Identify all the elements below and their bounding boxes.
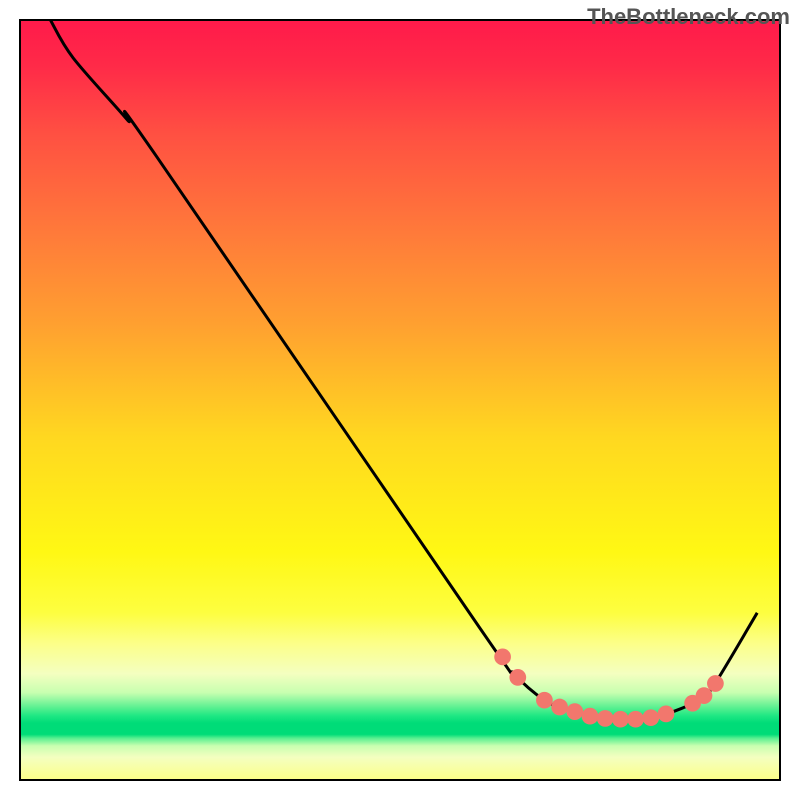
plot-area: [20, 20, 780, 780]
curve-marker: [582, 708, 599, 725]
gradient-background: [20, 20, 780, 780]
curve-marker: [707, 675, 724, 692]
curve-marker: [612, 711, 629, 728]
watermark-text: TheBottleneck.com: [587, 4, 790, 30]
curve-marker: [642, 709, 659, 726]
curve-marker: [551, 699, 568, 716]
chart-svg: [0, 0, 800, 800]
curve-marker: [696, 687, 713, 704]
curve-marker: [597, 710, 614, 727]
curve-marker: [627, 711, 644, 728]
curve-marker: [658, 706, 675, 723]
curve-marker: [509, 669, 526, 686]
curve-marker: [494, 649, 511, 666]
curve-marker: [566, 703, 583, 720]
bottleneck-chart: TheBottleneck.com: [0, 0, 800, 800]
curve-marker: [536, 692, 553, 709]
